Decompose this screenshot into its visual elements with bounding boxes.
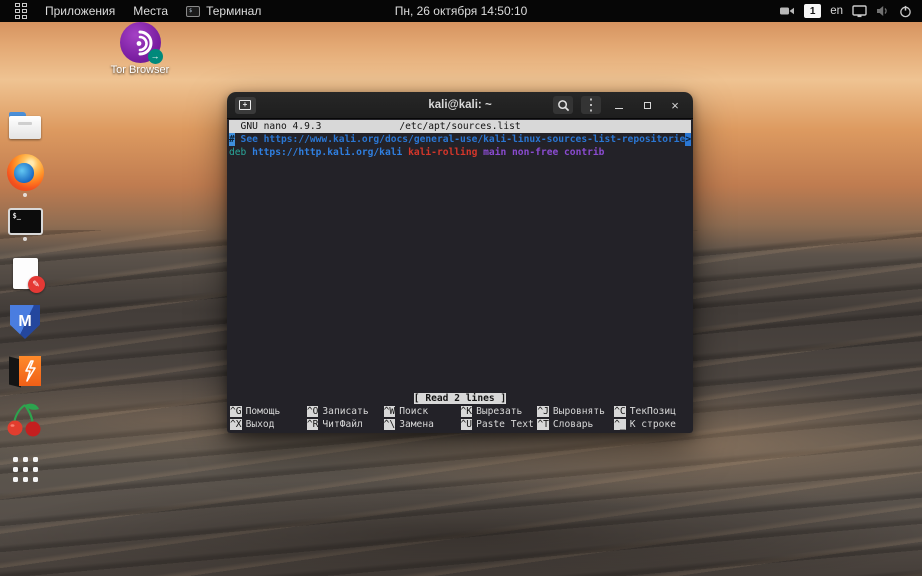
power-icon[interactable]: [899, 5, 912, 18]
dock-item-firefox[interactable]: [2, 153, 48, 197]
search-icon: [557, 99, 569, 111]
shortcut-help: ^G Помощь: [230, 406, 281, 417]
new-tab-icon: +: [239, 99, 251, 110]
status-message: [ Read 2 lines ]: [413, 393, 507, 404]
running-indicator: [23, 192, 27, 197]
nano-shortcut-bar: ^G Помощь ^O Записать ^W Поиск ^K Вырезать ^…: [229, 405, 691, 431]
screen-record-icon[interactable]: [779, 5, 795, 17]
terminal-icon: $_: [7, 207, 43, 235]
close-button[interactable]: ×: [665, 96, 685, 114]
dock-item-terminal[interactable]: $_: [2, 202, 48, 246]
show-applications-icon: [12, 456, 38, 482]
workspace-indicator[interactable]: 1: [804, 4, 822, 18]
burpsuite-icon: [8, 355, 42, 388]
display-icon[interactable]: [852, 4, 867, 18]
nano-title-bar: GNU nano 4.9.3 /etc/apt/sources.list: [229, 120, 691, 133]
apps-grid-button[interactable]: [0, 0, 36, 22]
dock-item-cherrytree[interactable]: [2, 398, 48, 442]
desktop-icon-tor-browser[interactable]: → Tor Browser: [108, 22, 172, 76]
line-overflow-marker: >: [685, 133, 692, 146]
keyboard-layout-indicator[interactable]: en: [830, 5, 843, 17]
shortcut-gotoline: ^_ К строке: [614, 419, 676, 430]
apps-grid-icon: [15, 3, 27, 19]
favorites-dock: $_ ✎ M: [2, 104, 48, 491]
menu-active-app-label: Терминал: [206, 4, 262, 18]
shortcut-spell: ^T Словарь: [537, 419, 594, 430]
menu-places-label: Места: [133, 4, 169, 18]
desktop-icon-label: Tor Browser: [110, 64, 170, 76]
nano-editor[interactable]: GNU nano 4.9.3 /etc/apt/sources.list # S…: [227, 119, 693, 433]
shortcut-writeout: ^O Записать: [306, 406, 369, 417]
nano-status-bar: [ Read 2 lines ]: [229, 392, 691, 405]
menu-applications-label: Приложения: [45, 4, 116, 18]
dock-item-files[interactable]: [2, 104, 48, 148]
minimize-button[interactable]: [609, 96, 629, 114]
shortcut-readfile: ^R ЧитФайл: [306, 419, 363, 430]
firefox-icon: [6, 153, 44, 191]
menu-button[interactable]: ⋮: [581, 96, 601, 114]
menu-active-app[interactable]: $ Терминал: [177, 0, 270, 22]
panel-right-status: 1 en: [779, 0, 922, 22]
nano-version: GNU nano 4.9.3: [240, 121, 322, 132]
shortcut-paste: ^U Paste Text: [460, 419, 534, 430]
top-panel: Приложения Места $ Терминал Пн, 26 октяб…: [0, 0, 922, 22]
kebab-menu-icon: ⋮: [583, 97, 599, 114]
editor-line-1: # See https://www.kali.org/docs/general-…: [229, 133, 692, 146]
shortcut-cut: ^K Вырезать: [460, 406, 523, 417]
text-editor-icon: ✎: [12, 257, 45, 293]
clock-button[interactable]: Пн, 26 октября 14:50:10: [385, 0, 538, 22]
editor-empty-area: [229, 159, 691, 392]
maximize-icon: [643, 101, 651, 109]
new-tab-button[interactable]: +: [235, 96, 256, 114]
files-icon: [8, 112, 42, 140]
tor-browser-icon: →: [119, 22, 163, 64]
metasploit-shield-icon: M: [10, 305, 40, 339]
shortcut-search: ^W Поиск: [383, 406, 429, 417]
dock-item-metasploit[interactable]: M: [2, 300, 48, 344]
deb-keyword: deb: [229, 147, 253, 158]
shortcut-replace: ^\ Замена: [383, 419, 434, 430]
shortcut-exit: ^X Выход: [230, 419, 275, 430]
comment-text: See https://www.kali.org/docs/general-us…: [234, 134, 686, 145]
cherrytree-icon: [7, 403, 41, 437]
repo-suite: kali-rolling: [408, 147, 484, 158]
repo-url: https://http.kali.org/kali: [252, 147, 409, 158]
terminal-window: + kali@kali: ~ ⋮ × GNU nano 4.9.3 /etc/a…: [227, 92, 693, 433]
shortcut-justify: ^J Выровнять: [537, 406, 605, 417]
terminal-titlebar[interactable]: + kali@kali: ~ ⋮ ×: [227, 92, 693, 119]
repo-components: main non-free contrib: [483, 147, 605, 158]
terminal-app-icon: $: [186, 5, 201, 17]
nano-filename: /etc/apt/sources.list: [399, 121, 521, 132]
volume-icon[interactable]: [876, 5, 890, 17]
window-title: kali@kali: ~: [428, 99, 492, 111]
clock-label: Пн, 26 октября 14:50:10: [394, 4, 528, 18]
minimize-icon: [615, 107, 623, 109]
shortcut-curpos: ^C ТекПозиц: [614, 406, 676, 417]
editor-line-2: deb https://http.kali.org/kali kali-roll…: [229, 146, 691, 159]
menu-places[interactable]: Места: [124, 0, 177, 22]
close-icon: ×: [671, 97, 679, 113]
dock-item-burpsuite[interactable]: [2, 349, 48, 393]
menu-applications[interactable]: Приложения: [36, 0, 124, 22]
tor-arrow-badge-icon: →: [147, 49, 163, 64]
maximize-button[interactable]: [637, 96, 657, 114]
search-button[interactable]: [553, 96, 573, 114]
pencil-badge-icon: ✎: [27, 275, 45, 293]
panel-left-menus: Приложения Места $ Терминал: [0, 0, 270, 22]
dock-item-text-editor[interactable]: ✎: [2, 251, 48, 295]
dock-item-show-applications[interactable]: [2, 447, 48, 491]
running-indicator: [23, 236, 27, 241]
